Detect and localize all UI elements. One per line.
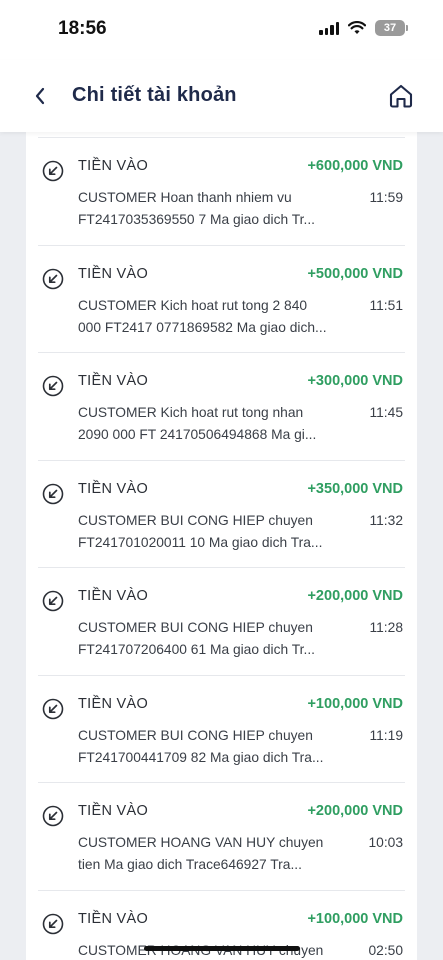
transaction-time: 11:59 [369, 190, 403, 205]
transaction-amount: +100,000 VND [307, 910, 403, 927]
incoming-arrow-icon [42, 698, 64, 719]
transaction-reference: tien Ma giao dich Trace646927 Tra... [78, 857, 302, 872]
transaction-type: TIỀN VÀO [78, 803, 149, 819]
incoming-arrow-icon [42, 590, 64, 612]
back-button[interactable] [28, 82, 52, 110]
transaction-description: CUSTOMER Hoan thanh nhiem vu [78, 190, 292, 205]
transaction-item[interactable]: TIỀN VÀO +500,000 VND CUSTOMER Kich hoat… [38, 246, 405, 353]
signal-icon [319, 21, 339, 35]
transaction-amount: +200,000 VND [307, 803, 403, 819]
transaction-amount: +600,000 VND [307, 158, 403, 174]
transaction-amount: +300,000 VND [307, 373, 403, 389]
transaction-reference: 000 FT2417 0771869582 Ma giao dich... [78, 319, 327, 335]
transaction-description: CUSTOMER BUI CONG HIEP chuyen [78, 512, 313, 528]
transaction-type: TIỀN VÀO [78, 158, 149, 174]
incoming-arrow-icon [42, 160, 64, 182]
transaction-time: 11:45 [369, 405, 403, 420]
wifi-icon [348, 21, 366, 34]
transaction-time: 11:51 [369, 297, 403, 313]
transaction-item[interactable]: TIỀN VÀO +350,000 VND CUSTOMER BUI CONG … [38, 461, 405, 568]
status-icons: 37 [319, 20, 408, 36]
transaction-time: 11:32 [369, 512, 403, 528]
transaction-amount: +200,000 VND [307, 588, 403, 604]
chevron-left-icon [35, 87, 45, 105]
transaction-item[interactable]: TIỀN VÀO +600,000 VND CUSTOMER Hoan than… [38, 138, 405, 246]
app-header: Chi tiết tài khoản [0, 60, 443, 132]
incoming-arrow-icon [42, 483, 64, 504]
transaction-time: 02:50 [368, 942, 403, 958]
transaction-type: TIỀN VÀO [78, 480, 149, 497]
transaction-reference: 2090 000 FT 24170506494868 Ma gi... [78, 427, 317, 442]
transaction-item[interactable]: TIỀN VÀO +100,000 VND CUSTOMER BUI CONG … [38, 676, 405, 783]
transaction-amount: +350,000 VND [307, 480, 403, 497]
transaction-type: TIỀN VÀO [78, 695, 149, 712]
transaction-description: CUSTOMER Kich hoat rut tong 2 840 [78, 297, 308, 313]
transaction-reference: FT241700441709 82 Ma giao dich Tra... [78, 749, 324, 765]
home-icon [389, 84, 413, 108]
battery-icon: 37 [375, 20, 408, 36]
transaction-description: CUSTOMER BUI CONG HIEP chuyen [78, 620, 313, 635]
incoming-arrow-icon [42, 375, 64, 397]
transaction-type: TIỀN VÀO [78, 910, 149, 927]
status-bar: 18:56 37 [0, 0, 443, 60]
transaction-description: CUSTOMER Kich hoat rut tong nhan [78, 405, 304, 420]
transaction-time: 10:03 [368, 835, 403, 850]
transaction-time: 11:28 [369, 620, 403, 635]
transaction-item[interactable]: TIỀN VÀO +200,000 VND CUSTOMER HOANG VAN… [38, 783, 405, 891]
transaction-amount: +100,000 VND [307, 695, 403, 712]
home-button[interactable] [387, 82, 415, 110]
incoming-arrow-icon [42, 805, 64, 827]
transaction-time: 11:19 [369, 727, 403, 743]
transaction-type: TIỀN VÀO [78, 373, 149, 389]
transaction-list: TIỀN VÀO +600,000 VND CUSTOMER Hoan than… [26, 132, 417, 960]
transaction-type: TIỀN VÀO [78, 265, 149, 282]
transaction-reference: FT2417035369550 7 Ma giao dich Tr... [78, 212, 316, 227]
status-time: 18:56 [58, 18, 107, 39]
transaction-amount: +500,000 VND [307, 265, 403, 282]
transaction-reference: FT241707206400 61 Ma giao dich Tr... [78, 642, 316, 657]
transaction-item[interactable]: TIỀN VÀO +300,000 VND CUSTOMER Kich hoat… [38, 353, 405, 461]
incoming-arrow-icon [42, 268, 64, 289]
transaction-item[interactable]: TIỀN VÀO +200,000 VND CUSTOMER BUI CONG … [38, 568, 405, 676]
page-title: Chi tiết tài khoản [72, 84, 237, 106]
transaction-reference: FT241701020011 10 Ma giao dich Tra... [78, 534, 323, 550]
transaction-description: CUSTOMER HOANG VAN HUY chuyen [78, 835, 324, 850]
incoming-arrow-icon [42, 913, 64, 934]
transaction-type: TIỀN VÀO [78, 588, 149, 604]
home-indicator [144, 946, 300, 951]
transaction-description: CUSTOMER BUI CONG HIEP chuyen [78, 727, 313, 743]
